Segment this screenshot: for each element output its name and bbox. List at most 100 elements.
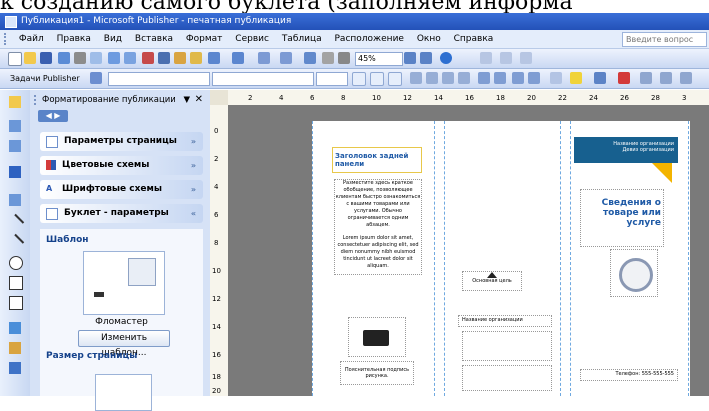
section-brochure-options[interactable]: Буклет - параметры « bbox=[40, 204, 203, 223]
menu-grip-handle[interactable] bbox=[4, 33, 9, 45]
save-icon[interactable] bbox=[40, 52, 52, 64]
undo-icon[interactable] bbox=[208, 52, 220, 64]
select-tool-icon[interactable] bbox=[9, 96, 21, 108]
align-right-icon[interactable] bbox=[442, 72, 454, 84]
pane-grip-handle[interactable] bbox=[34, 95, 38, 105]
help-icon[interactable] bbox=[440, 52, 452, 64]
menu-insert[interactable]: Вставка bbox=[130, 30, 178, 48]
menu-file[interactable]: Файл bbox=[14, 30, 49, 48]
italic-icon[interactable] bbox=[370, 72, 384, 86]
autoshapes-tool-icon[interactable] bbox=[9, 296, 23, 310]
menu-table[interactable]: Таблица bbox=[277, 30, 327, 48]
font-size-select[interactable] bbox=[316, 72, 348, 86]
increase-indent-icon[interactable] bbox=[528, 72, 540, 84]
font-select[interactable] bbox=[212, 72, 314, 86]
justify-icon[interactable] bbox=[458, 72, 470, 84]
menu-edit[interactable]: Правка bbox=[52, 30, 96, 48]
arrow-tool-icon[interactable] bbox=[5, 233, 25, 253]
print-preview-icon[interactable] bbox=[90, 52, 102, 64]
bring-forward-icon[interactable] bbox=[258, 52, 270, 64]
font-size-up-icon[interactable] bbox=[550, 72, 562, 84]
zoom-select[interactable]: 45% bbox=[355, 52, 403, 66]
dash-style-icon[interactable] bbox=[660, 72, 672, 84]
table-tool-icon[interactable] bbox=[9, 140, 21, 152]
hyperlink-icon[interactable] bbox=[304, 52, 316, 64]
align-center-icon[interactable] bbox=[426, 72, 438, 84]
design-gallery-tool-icon[interactable] bbox=[9, 342, 21, 354]
section-font-schemes[interactable]: A Шрифтовые схемы » bbox=[40, 180, 203, 199]
line-color-icon[interactable] bbox=[594, 72, 606, 84]
menu-view[interactable]: Вид bbox=[99, 30, 127, 48]
clock-image-frame[interactable] bbox=[610, 249, 658, 297]
page-size-thumbnail[interactable] bbox=[95, 374, 152, 411]
close-icon[interactable]: ✕ bbox=[195, 93, 203, 107]
template-thumbnail[interactable] bbox=[83, 251, 165, 315]
styles-icon[interactable] bbox=[90, 72, 102, 84]
line-style-icon[interactable] bbox=[640, 72, 652, 84]
research-icon[interactable] bbox=[124, 52, 136, 64]
front-phone-box[interactable]: Телефон: 555-555-555 bbox=[580, 369, 678, 381]
horizontal-ruler[interactable]: 2 4 6 8 10 12 14 16 18 20 22 24 26 28 3 bbox=[228, 90, 709, 106]
menu-arrange[interactable]: Расположение bbox=[330, 30, 409, 48]
menu-help[interactable]: Справка bbox=[449, 30, 499, 48]
front-title-box[interactable]: Сведения о товаре или услуге bbox=[580, 189, 664, 247]
back-panel-text-box[interactable]: Разместите здесь краткое обобщение, позв… bbox=[334, 179, 422, 275]
bold-icon[interactable] bbox=[352, 72, 366, 86]
copy-icon[interactable] bbox=[158, 52, 170, 64]
hot-spot-tool-icon[interactable] bbox=[9, 322, 21, 334]
change-template-button[interactable]: Изменить шаблон... bbox=[78, 330, 170, 358]
columns-icon[interactable] bbox=[322, 52, 334, 64]
menu-window[interactable]: Окно bbox=[412, 30, 446, 48]
front-header-banner[interactable]: Название организации Девиз организации bbox=[574, 137, 678, 163]
new-icon[interactable] bbox=[8, 52, 22, 66]
bullets-icon[interactable] bbox=[494, 72, 506, 84]
brochure-page[interactable]: Заголовок задней панели Разместите здесь… bbox=[312, 121, 690, 396]
paste-icon[interactable] bbox=[174, 52, 186, 64]
section-color-schemes[interactable]: Цветовые схемы » bbox=[40, 156, 203, 175]
open-icon[interactable] bbox=[24, 52, 36, 64]
vertical-ruler[interactable]: 0 2 4 6 8 10 12 14 16 18 20 bbox=[210, 105, 229, 396]
email-icon[interactable] bbox=[58, 52, 70, 64]
image-frame[interactable] bbox=[348, 317, 406, 357]
layout-icon[interactable] bbox=[520, 52, 532, 64]
section-page-options[interactable]: Параметры страницы » bbox=[40, 132, 203, 151]
oval-tool-icon[interactable] bbox=[9, 256, 23, 270]
numbering-icon[interactable] bbox=[478, 72, 490, 84]
rectangle-tool-icon[interactable] bbox=[9, 276, 23, 290]
workspace-canvas[interactable]: Заголовок задней панели Разместите здесь… bbox=[228, 105, 709, 396]
format-painter-toolbar-icon[interactable] bbox=[480, 52, 492, 64]
format-painter-icon[interactable] bbox=[190, 52, 202, 64]
pane-menu-chevron-icon[interactable]: ▼ bbox=[183, 93, 190, 107]
decrease-indent-icon[interactable] bbox=[512, 72, 524, 84]
text-box-tool-icon[interactable] bbox=[9, 120, 21, 132]
center-org-box[interactable]: Название организации bbox=[458, 315, 552, 327]
wordart-tool-icon[interactable] bbox=[9, 166, 21, 178]
cut-icon[interactable] bbox=[142, 52, 154, 64]
publisher-tasks-button[interactable]: Задачи Publisher bbox=[10, 72, 80, 85]
task-pane-navigation[interactable]: ◀ ▶ bbox=[38, 110, 68, 122]
help-search-input[interactable]: Введите вопрос bbox=[622, 32, 707, 47]
redo-icon[interactable] bbox=[232, 52, 244, 64]
menu-format[interactable]: Формат bbox=[181, 30, 228, 48]
menu-tools[interactable]: Сервис bbox=[230, 30, 274, 48]
special-characters-icon[interactable] bbox=[338, 52, 350, 64]
image-caption-box[interactable]: Пояснительная подпись рисунка. bbox=[340, 361, 414, 385]
print-icon[interactable] bbox=[74, 52, 86, 64]
center-contacts-box[interactable] bbox=[462, 365, 552, 391]
spelling-icon[interactable] bbox=[108, 52, 120, 64]
zoom-in-icon[interactable] bbox=[420, 52, 432, 64]
fill-color-icon[interactable] bbox=[570, 72, 582, 84]
align-left-icon[interactable] bbox=[410, 72, 422, 84]
center-address-box[interactable] bbox=[462, 331, 552, 361]
text-wrap-icon[interactable] bbox=[500, 52, 512, 64]
center-logo-box[interactable]: Основная цель bbox=[462, 271, 522, 291]
back-panel-heading-box[interactable]: Заголовок задней панели bbox=[332, 147, 422, 173]
line-tool-icon[interactable] bbox=[5, 213, 25, 233]
style-select[interactable] bbox=[108, 72, 210, 86]
zoom-out-icon[interactable] bbox=[404, 52, 416, 64]
form-control-tool-icon[interactable] bbox=[9, 362, 21, 374]
picture-tool-icon[interactable] bbox=[9, 194, 21, 206]
font-color-icon[interactable] bbox=[618, 72, 630, 84]
underline-icon[interactable] bbox=[388, 72, 402, 86]
send-backward-icon[interactable] bbox=[280, 52, 292, 64]
